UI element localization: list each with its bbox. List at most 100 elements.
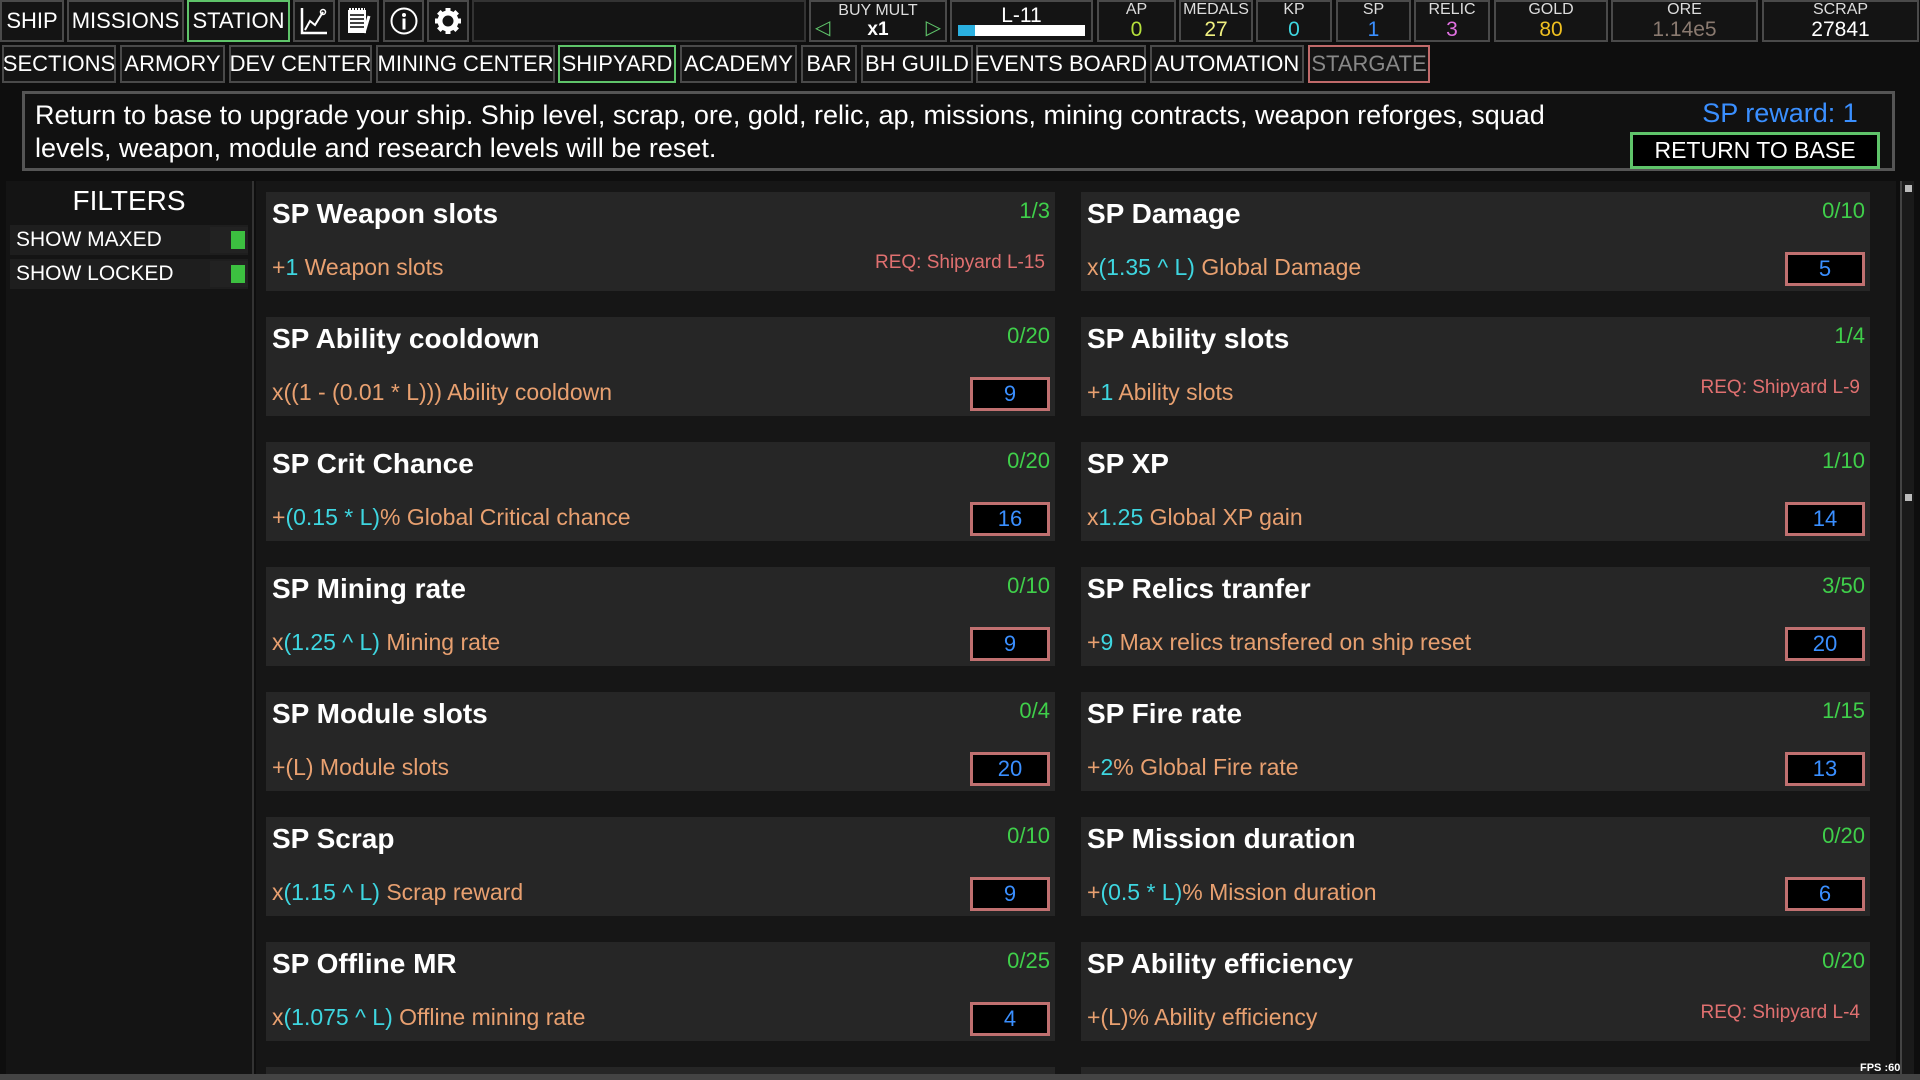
upgrade-buy-button[interactable]: 6	[1785, 877, 1865, 911]
stats-chart-icon	[299, 6, 329, 36]
nav-shipyard[interactable]: SHIPYARD	[558, 45, 676, 83]
filter-label: SHOW LOCKED	[16, 262, 174, 286]
tab-ship[interactable]: SHIP	[0, 0, 64, 42]
info-button[interactable]	[383, 0, 424, 42]
stat-sp: SP1	[1336, 0, 1411, 42]
stat-value: 80	[1539, 19, 1562, 40]
stat-relic: RELIC3	[1414, 0, 1490, 42]
description-part: 9	[1100, 629, 1113, 655]
bottom-border	[0, 1074, 1920, 1080]
filter-show-locked[interactable]: SHOW LOCKED	[10, 259, 248, 289]
tab-missions[interactable]: MISSIONS	[67, 0, 184, 42]
scrollbar[interactable]	[1900, 181, 1914, 1074]
stat-label: AP	[1126, 2, 1147, 18]
description-part: Mining rate	[380, 629, 500, 655]
description-part: % Mission duration	[1182, 879, 1376, 905]
upgrade-buy-button[interactable]: 5	[1785, 252, 1865, 286]
stat-label: GOLD	[1528, 2, 1573, 18]
stat-value: 3	[1446, 19, 1458, 40]
description-part: Ability slots	[1113, 379, 1233, 405]
upgrade-buy-button[interactable]: 20	[1785, 627, 1865, 661]
nav-stargate[interactable]: STARGATE	[1308, 45, 1430, 83]
filter-show-maxed[interactable]: SHOW MAXED	[10, 225, 248, 255]
upgrade-card-sp-xp: SP XP1/10x1.25 Global XP gain14	[1081, 442, 1870, 541]
upgrade-buy-button[interactable]: 20	[970, 752, 1050, 786]
nav-automation[interactable]: AUTOMATION	[1150, 45, 1304, 83]
upgrade-level: 0/20	[1822, 823, 1865, 849]
settings-button[interactable]	[427, 0, 469, 42]
nav-events-board[interactable]: EVENTS BOARD	[976, 45, 1146, 83]
description-part: Max relics transfered on ship reset	[1113, 629, 1471, 655]
stat-label: MEDALS	[1183, 2, 1249, 18]
upgrade-description: +(L) Module slots	[272, 754, 449, 781]
upgrade-title: SP Ability efficiency	[1087, 948, 1353, 980]
notes-button[interactable]	[338, 0, 379, 42]
description-part: Global Damage	[1195, 254, 1361, 280]
upgrade-level: 0/4	[1019, 698, 1050, 724]
stat-value: 27	[1204, 19, 1227, 40]
upgrade-title: SP Ability cooldown	[272, 323, 540, 355]
description-part: x	[272, 1004, 284, 1030]
nav-mining-center[interactable]: MINING CENTER	[376, 45, 555, 83]
upgrade-card-sp-weapon-slots: SP Weapon slots1/3+1 Weapon slotsREQ: Sh…	[266, 192, 1055, 291]
description-part: x	[272, 629, 284, 655]
upgrade-card-sp-ability-cooldown: SP Ability cooldown0/20x((1 - (0.01 * L)…	[266, 317, 1055, 416]
nav-academy[interactable]: ACADEMY	[680, 45, 797, 83]
buy-mult-next-icon[interactable]: ▷	[926, 18, 941, 38]
description-part: % Global Critical chance	[380, 504, 631, 530]
upgrade-buy-button[interactable]: 16	[970, 502, 1050, 536]
nav-bh-guild[interactable]: BH GUILD	[861, 45, 973, 83]
stat-value: 0	[1131, 19, 1143, 40]
buy-mult-value: x1	[867, 20, 888, 39]
upgrade-card-sp-offline-mr: SP Offline MR0/25x(1.075 ^ L) Offline mi…	[266, 942, 1055, 1041]
description-part: Scrap reward	[380, 879, 523, 905]
tab-station[interactable]: STATION	[187, 0, 290, 42]
nav-dev-center[interactable]: DEV CENTER	[229, 45, 372, 83]
buy-mult-prev-icon[interactable]: ◁	[815, 18, 830, 38]
buy-mult-label: BUY MULT	[838, 3, 917, 19]
upgrade-buy-button[interactable]: 9	[970, 877, 1050, 911]
description-part: (0.15 * L)	[285, 504, 380, 530]
description-part: 1	[285, 254, 298, 280]
show-locked-toggle[interactable]	[210, 261, 248, 287]
upgrade-level: 0/20	[1822, 948, 1865, 974]
upgrade-card-sp-mission-duration: SP Mission duration0/20+(0.5 * L)% Missi…	[1081, 817, 1870, 916]
upgrade-description: x((1 - (0.01 * L))) Ability cooldown	[272, 379, 612, 406]
upgrade-card-sp-scrap: SP Scrap0/10x(1.15 ^ L) Scrap reward9	[266, 817, 1055, 916]
upgrade-requirement: REQ: Shipyard L-15	[875, 252, 1045, 274]
description-part: +	[1087, 379, 1100, 405]
show-maxed-toggle[interactable]	[210, 227, 248, 253]
nav-armory[interactable]: ARMORY	[120, 45, 225, 83]
upgrade-description: +1 Weapon slots	[272, 254, 444, 281]
buy-mult: BUY MULT x1 ◁ ▷	[809, 0, 947, 42]
return-to-base-button[interactable]: RETURN TO BASE	[1630, 132, 1880, 169]
upgrade-buy-button[interactable]: 13	[1785, 752, 1865, 786]
upgrade-description: x(1.075 ^ L) Offline mining rate	[272, 1004, 585, 1031]
description-part: x	[1087, 254, 1099, 280]
stats-chart-button[interactable]	[293, 0, 335, 42]
upgrade-title: SP Weapon slots	[272, 198, 498, 230]
upgrade-title: SP Relics tranfer	[1087, 573, 1311, 605]
upgrade-description: x(1.25 ^ L) Mining rate	[272, 629, 500, 656]
upgrade-buy-button[interactable]: 4	[970, 1002, 1050, 1036]
upgrade-card-sp-ability-efficiency: SP Ability efficiency0/20+(L)% Ability e…	[1081, 942, 1870, 1041]
upgrade-level: 0/10	[1007, 573, 1050, 599]
upgrade-card-sp-damage: SP Damage0/10x(1.35 ^ L) Global Damage5	[1081, 192, 1870, 291]
stat-value: 27841	[1811, 19, 1869, 40]
description-part: Offline mining rate	[393, 1004, 586, 1030]
description-part: +	[1087, 879, 1100, 905]
nav-bar[interactable]: BAR	[801, 45, 857, 83]
upgrade-buy-button[interactable]: 9	[970, 627, 1050, 661]
upgrade-title: SP Crit Chance	[272, 448, 474, 480]
description-part: x	[272, 879, 284, 905]
upgrade-description: +1 Ability slots	[1087, 379, 1233, 406]
info-icon	[389, 6, 419, 36]
upgrade-buy-button[interactable]: 9	[970, 377, 1050, 411]
nav-sections[interactable]: SECTIONS	[2, 45, 116, 83]
topbar-spacer	[472, 0, 806, 42]
description-part: (1.25 ^ L)	[284, 629, 380, 655]
stat-value: 1.14e5	[1652, 19, 1716, 40]
description-part: (1.075 ^ L)	[284, 1004, 393, 1030]
upgrade-buy-button[interactable]: 14	[1785, 502, 1865, 536]
upgrade-description: +9 Max relics transfered on ship reset	[1087, 629, 1471, 656]
